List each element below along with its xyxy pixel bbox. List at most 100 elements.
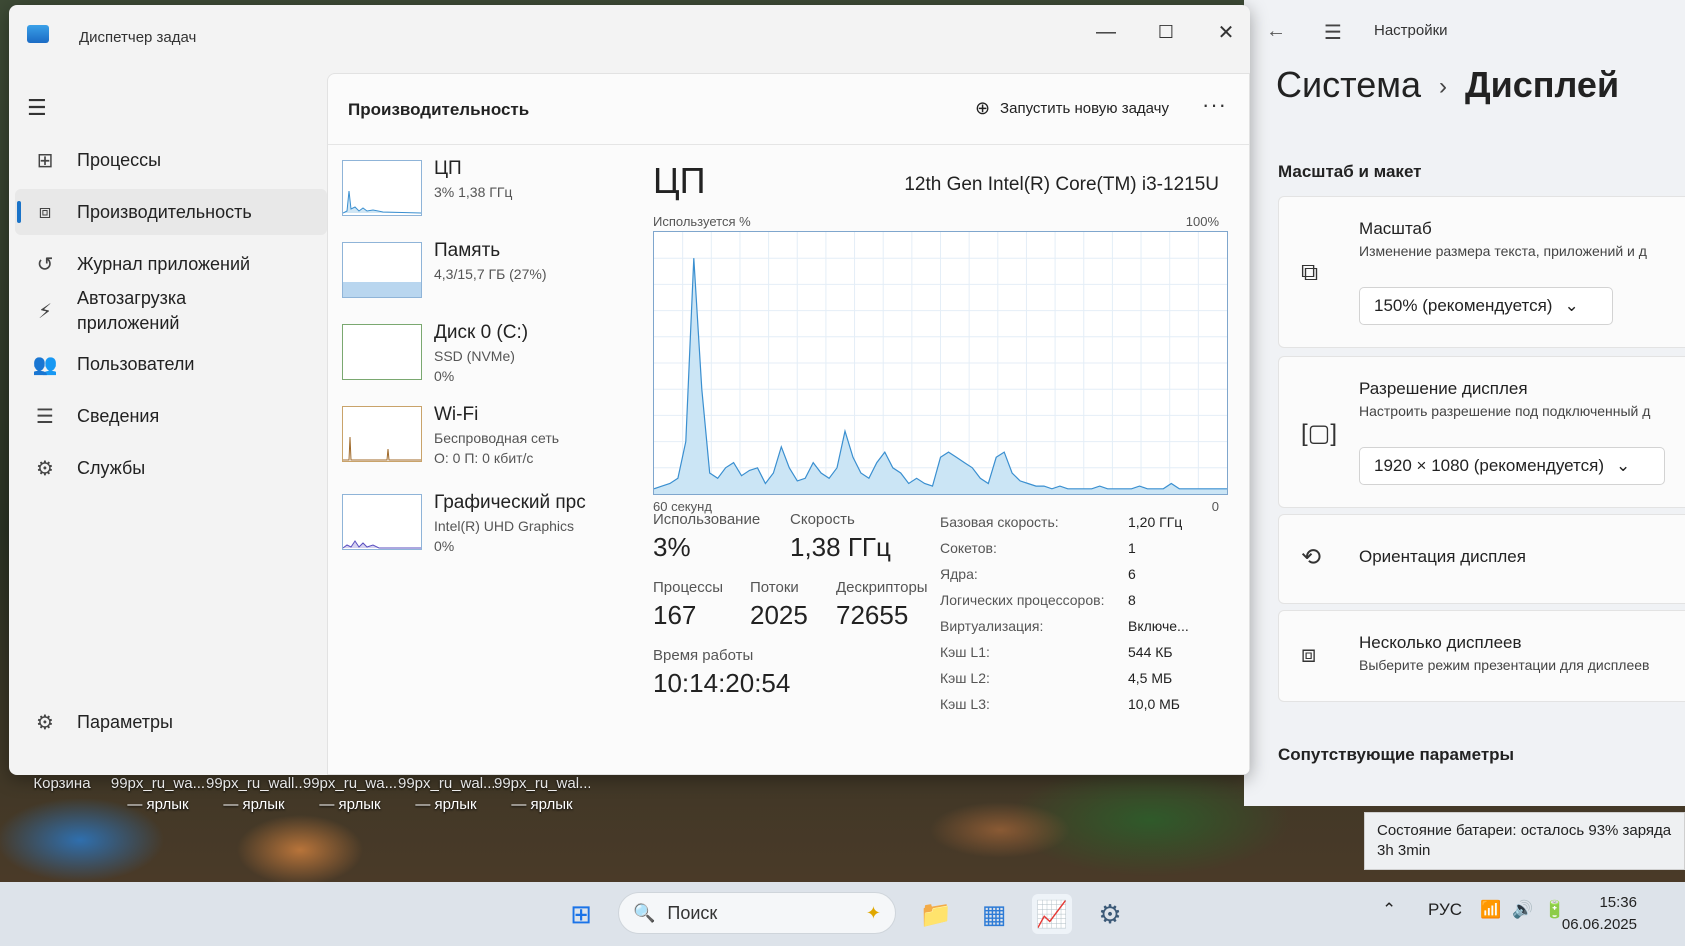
clock[interactable]: 15:36 06.06.2025: [1562, 892, 1637, 936]
wifi-icon[interactable]: 📶: [1480, 900, 1501, 920]
desktop-icon-sublabel: — ярлык: [511, 796, 573, 813]
sidebar-item-performance[interactable]: ⧈ Производительность: [15, 189, 327, 235]
cpu-heading: ЦП: [653, 160, 706, 201]
run-new-task-button[interactable]: ⊕ Запустить новую задачу: [975, 98, 1169, 119]
desktop-icon-label: 99px_ru_wa...: [302, 775, 398, 792]
maximize-button[interactable]: ☐: [1146, 17, 1186, 47]
settings-taskbar-icon[interactable]: ⚙: [1090, 894, 1130, 934]
device-detail: SSD (NVMe): [434, 348, 515, 364]
settings-window: ← ☰ Настройки Система › Дисплей Масштаб и …: [1244, 0, 1685, 806]
device-item-wifi[interactable]: Wi-Fi Беспроводная сеть О: 0 П: 0 кбит/с: [338, 402, 608, 490]
sidebar-item-users[interactable]: 👥 Пользователи: [15, 341, 327, 387]
device-name: Память: [434, 240, 501, 261]
spec-value: 10,0 МБ: [1128, 696, 1180, 712]
multiple-displays-icon: ⧈: [1301, 641, 1317, 668]
graph-label: Используется %: [653, 214, 751, 229]
sidebar-item-app-history[interactable]: ↺ Журнал приложений: [15, 241, 327, 287]
multiple-displays-title: Несколько дисплеев: [1359, 633, 1522, 652]
spec-value: 4,5 МБ: [1128, 670, 1173, 686]
sidebar-item-details[interactable]: ☰ Сведения: [15, 393, 327, 439]
volume-icon[interactable]: 🔊: [1512, 900, 1533, 920]
services-icon: ⚙: [36, 457, 54, 480]
sidebar-item-startup[interactable]: ⚡ Автозагрузка приложений: [15, 283, 327, 339]
users-icon: 👥: [32, 353, 58, 376]
device-item-disk[interactable]: Диск 0 (C:) SSD (NVMe) 0%: [338, 320, 608, 402]
gpu-thumbnail: [342, 494, 422, 550]
uptime-label: Время работы: [653, 647, 754, 664]
desktop-icon-shortcut[interactable]: 99px_ru_wal... — ярлык: [398, 773, 494, 815]
task-manager-window: Диспетчер задач — ☐ ✕ ☰ ⊞ Процессы ⧈ Про…: [9, 5, 1250, 775]
device-name: Диск 0 (C:): [434, 322, 529, 343]
desktop-icon-recycle-bin[interactable]: Корзина: [14, 773, 110, 815]
section-title: Масштаб и макет: [1278, 162, 1422, 181]
desktop-icon-shortcut[interactable]: 99px_ru_wal... — ярлык: [494, 773, 590, 815]
sidebar-item-processes[interactable]: ⊞ Процессы: [15, 137, 327, 183]
threads-value: 2025: [750, 600, 808, 630]
scale-icon: ⧉: [1301, 259, 1319, 286]
scale-title: Масштаб: [1359, 219, 1432, 238]
close-button[interactable]: ✕: [1206, 17, 1246, 47]
device-item-memory[interactable]: Память 4,3/15,7 ГБ (27%): [338, 238, 608, 320]
battery-tooltip: Состояние батареи: осталось 93% заряда 3…: [1364, 812, 1685, 870]
breadcrumb-parent[interactable]: Система: [1276, 64, 1421, 105]
search-placeholder: Поиск: [667, 902, 718, 923]
speed-label: Скорость: [790, 511, 855, 528]
spec-value: 1,20 ГГц: [1128, 514, 1183, 530]
more-options-icon[interactable]: ···: [1202, 92, 1227, 118]
desktop-icon-sublabel: — ярлык: [319, 796, 381, 813]
taskbar-search[interactable]: 🔍 Поиск ✦: [618, 892, 896, 934]
memory-thumbnail: [342, 242, 422, 298]
task-manager-taskbar-icon[interactable]: 📈: [1032, 894, 1072, 934]
handles-label: Дескрипторы: [836, 579, 928, 596]
wifi-thumbnail: [342, 406, 422, 462]
panel-header: Производительность ⊕ Запустить новую зад…: [328, 74, 1249, 145]
scale-dropdown[interactable]: 150% (рекомендуется) ⌄: [1359, 287, 1613, 325]
spec-label: Базовая скорость:: [940, 514, 1059, 530]
processes-value: 167: [653, 600, 697, 630]
device-name: ЦП: [434, 158, 462, 179]
clock-date: 06.06.2025: [1561, 916, 1637, 933]
device-item-cpu[interactable]: ЦП 3% 1,38 ГГц: [338, 156, 608, 238]
file-explorer-icon[interactable]: 📁: [916, 894, 956, 934]
spec-label: Кэш L2:: [940, 670, 990, 686]
resolution-card: [▢] Разрешение дисплея Настроить разреше…: [1278, 356, 1685, 508]
hamburger-menu-icon[interactable]: ☰: [27, 95, 47, 121]
sidebar-item-label: Автозагрузка приложений: [77, 288, 187, 333]
speed-value: 1,38 ГГц: [790, 532, 891, 562]
breadcrumb-current: Дисплей: [1464, 64, 1620, 105]
orientation-icon: ⟲: [1301, 544, 1322, 571]
page-title: Производительность: [348, 100, 530, 119]
desktop-icon-shortcut[interactable]: 99px_ru_wall... — ярлык: [206, 773, 302, 815]
language-indicator[interactable]: РУС: [1428, 900, 1462, 920]
new-task-icon: ⊕: [974, 98, 991, 118]
copilot-sparkle-icon: ✦: [865, 902, 881, 923]
sidebar-item-label: Журнал приложений: [77, 253, 251, 274]
minimize-button[interactable]: —: [1086, 17, 1126, 47]
sidebar-item-services[interactable]: ⚙ Службы: [15, 445, 327, 491]
sidebar: ☰ ⊞ Процессы ⧈ Производительность ↺ Журн…: [9, 75, 327, 775]
device-detail: Беспроводная сеть: [434, 430, 560, 446]
orientation-card[interactable]: ⟲ Ориентация дисплея: [1278, 514, 1685, 604]
multiple-displays-card[interactable]: ⧈ Несколько дисплеев Выберите режим през…: [1278, 610, 1685, 702]
run-new-task-label: Запустить новую задачу: [1000, 100, 1169, 117]
sidebar-item-settings[interactable]: ⚙ Параметры: [15, 699, 327, 745]
device-detail: О: 0 П: 0 кбит/с: [434, 450, 534, 466]
device-item-gpu[interactable]: Графический прс Intel(R) UHD Graphics 0%: [338, 490, 608, 572]
start-button-windows-icon[interactable]: ⊞: [561, 894, 601, 934]
microsoft-store-icon[interactable]: ▦: [974, 894, 1014, 934]
sidebar-item-label: Службы: [77, 457, 146, 478]
desktop-icon-shortcut[interactable]: 99px_ru_wa... — ярлык: [110, 773, 206, 815]
battery-status-text: Состояние батареи: осталось 93% заряда: [1377, 822, 1672, 839]
back-arrow-icon[interactable]: ←: [1266, 20, 1286, 43]
resolution-dropdown[interactable]: 1920 × 1080 (рекомендуется) ⌄: [1359, 447, 1665, 485]
gear-icon: ⚙: [36, 711, 54, 734]
processes-label: Процессы: [653, 579, 724, 596]
processes-icon: ⊞: [36, 149, 54, 172]
device-detail: Intel(R) UHD Graphics: [434, 518, 575, 534]
menu-icon[interactable]: ☰: [1324, 20, 1342, 45]
uptime-value: 10:14:20:54: [653, 668, 791, 698]
chevron-up-icon[interactable]: ⌃: [1382, 900, 1396, 920]
orientation-title: Ориентация дисплея: [1359, 547, 1526, 566]
desktop-icon-shortcut[interactable]: 99px_ru_wa... — ярлык: [302, 773, 398, 815]
spec-value: 544 КБ: [1128, 644, 1173, 660]
